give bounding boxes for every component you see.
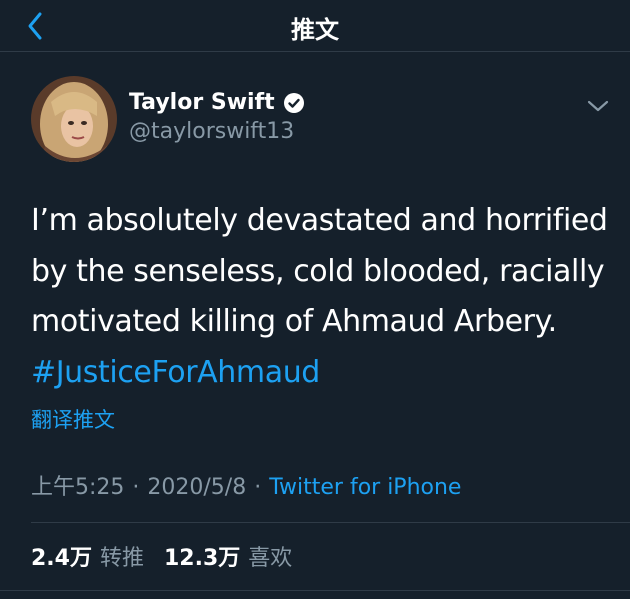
avatar[interactable] [31, 76, 117, 162]
tweet-source-link[interactable]: Twitter for iPhone [269, 475, 461, 500]
author-handle[interactable]: @taylorswift13 [129, 119, 294, 144]
retweet-count[interactable]: 2.4万 [31, 546, 92, 571]
author-name[interactable]: Taylor Swift [129, 90, 275, 115]
separator-dot: · [254, 475, 262, 500]
retweet-label[interactable]: 转推 [100, 546, 144, 571]
tweet-line: I’m absolutely devastated and horrified [31, 203, 608, 238]
translate-tweet-link[interactable]: 翻译推文 [31, 404, 115, 434]
chevron-down-icon[interactable] [585, 96, 611, 116]
navigation-bar: 推文 [0, 0, 630, 52]
page-title: 推文 [291, 16, 339, 44]
separator-dot: · [132, 475, 140, 500]
verified-badge-icon [283, 92, 304, 113]
like-count[interactable]: 12.3万 [164, 546, 240, 571]
author-name-row[interactable]: Taylor Swift [129, 90, 305, 115]
like-label[interactable]: 喜欢 [248, 546, 292, 571]
tweet-meta: 上午5:25 · 2020/5/8 · Twitter for iPhone [31, 469, 461, 501]
divider [31, 522, 630, 523]
tweet-time: 上午5:25 [31, 475, 125, 500]
divider [0, 590, 630, 591]
hashtag-link[interactable]: #JusticeForAhmaud [31, 348, 606, 399]
tweet-date: 2020/5/8 [147, 475, 247, 500]
tweet-line: motivated killing of Ahmaud Arbery. [31, 304, 557, 339]
tweet-line: by the senseless, cold blooded, racially [31, 253, 605, 289]
tweet-stats: 2.4万 转推 12.3万 喜欢 [31, 540, 312, 572]
tweet-text: I’m absolutely devastated and horrified … [31, 196, 608, 399]
